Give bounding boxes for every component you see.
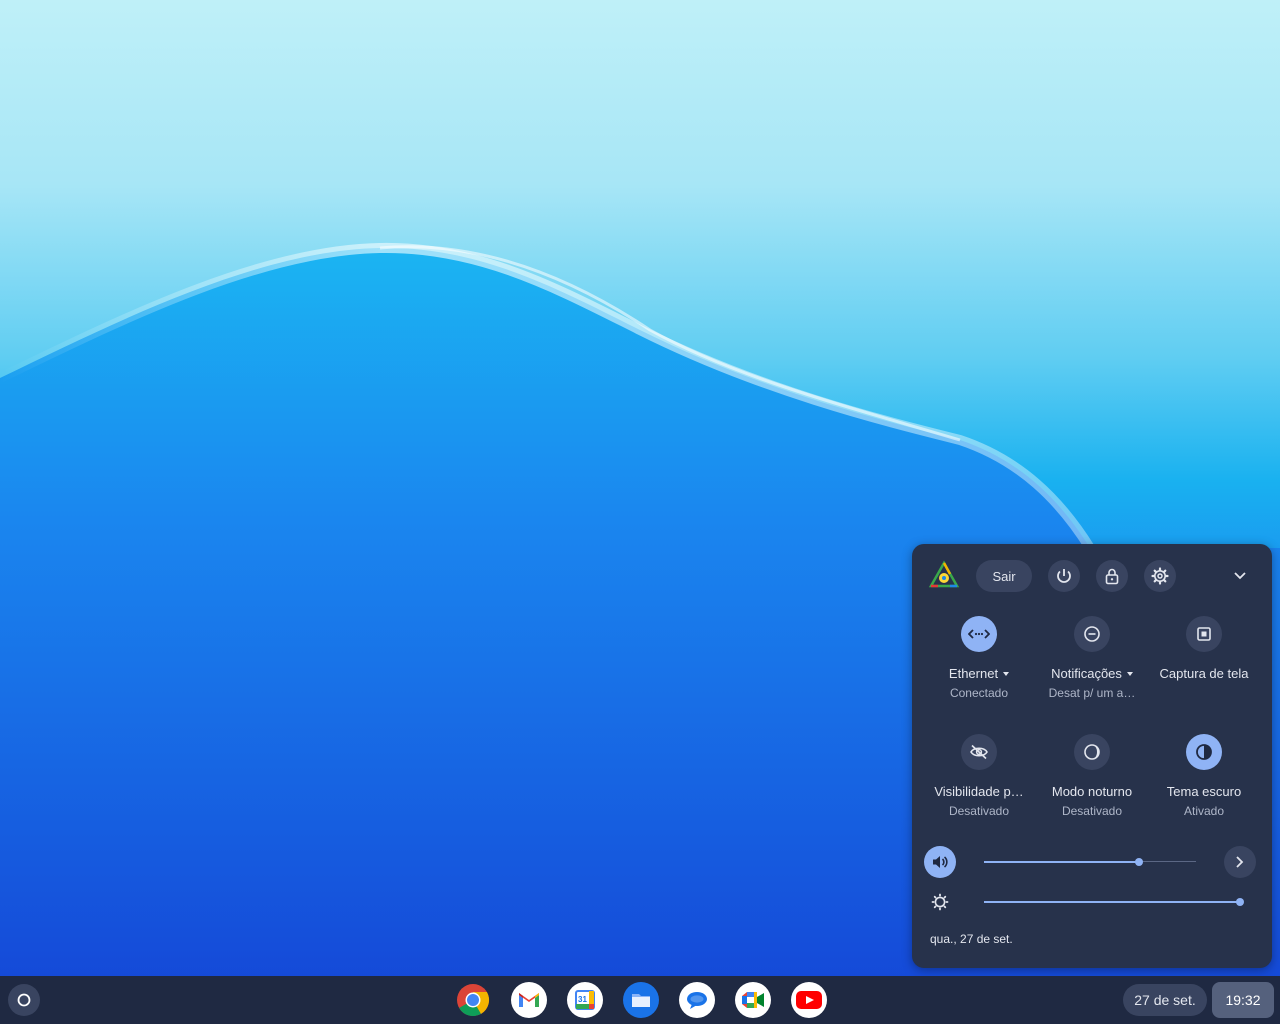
shelf-app-youtube[interactable] [791, 982, 827, 1018]
ethernet-icon [961, 616, 997, 652]
avatar-logo-icon [928, 560, 960, 588]
calendar-day-text: 31 [578, 995, 587, 1004]
brightness-slider[interactable] [984, 894, 1244, 910]
chevron-down-icon [1234, 572, 1246, 580]
settings-button[interactable] [1144, 560, 1176, 592]
quick-settings-date[interactable]: qua., 27 de set. [930, 932, 1013, 946]
lock-button[interactable] [1096, 560, 1128, 592]
shelf: 31 27 de set. 19:32 [0, 976, 1280, 1024]
power-button[interactable] [1048, 560, 1080, 592]
chevron-right-icon [1236, 856, 1244, 868]
tile-dark-theme-label: Tema escuro [1166, 784, 1242, 799]
volume-mute-button[interactable] [924, 846, 956, 878]
audio-settings-button[interactable] [1224, 846, 1256, 878]
shelf-app-chrome[interactable] [455, 982, 491, 1018]
gmail-icon [519, 993, 539, 1007]
night-light-icon [1074, 734, 1110, 770]
tile-ethernet[interactable]: Ethernet Conectado [923, 616, 1035, 700]
dark-theme-icon [1186, 734, 1222, 770]
tray-time[interactable]: 19:32 [1212, 982, 1274, 1018]
tile-visibility[interactable]: Visibilidade p… Desativado [923, 734, 1035, 818]
screen-capture-icon [1186, 616, 1222, 652]
brightness-slider-thumb[interactable] [1236, 898, 1244, 906]
launcher-icon [17, 993, 31, 1007]
tile-visibility-status: Desativado [948, 804, 1010, 818]
shelf-app-calendar[interactable]: 31 [567, 982, 603, 1018]
volume-icon [933, 856, 948, 868]
meet-icon [742, 992, 764, 1008]
tile-dark-theme[interactable]: Tema escuro Ativado [1148, 734, 1260, 818]
power-icon [1057, 569, 1071, 583]
tile-ethernet-label: Ethernet [948, 666, 999, 681]
shelf-app-messages[interactable] [679, 982, 715, 1018]
dropdown-caret-icon [1003, 671, 1010, 676]
youtube-icon [796, 991, 822, 1009]
gear-icon [1151, 567, 1169, 585]
brightness-icon-wrap [924, 886, 956, 918]
tile-screen-capture-label: Captura de tela [1159, 666, 1249, 681]
folder-icon [632, 994, 650, 1007]
tile-visibility-label: Visibilidade p… [934, 784, 1024, 799]
tile-notifications-status: Desat p/ um a… [1048, 686, 1136, 700]
tray-date[interactable]: 27 de set. [1123, 984, 1207, 1016]
sign-out-button[interactable]: Sair [976, 560, 1032, 592]
brightness-icon [931, 893, 949, 911]
do-not-disturb-icon [1074, 616, 1110, 652]
volume-slider-fill [984, 861, 1139, 863]
messages-icon [687, 992, 707, 1009]
volume-slider-track [1139, 861, 1196, 862]
visibility-off-icon [961, 734, 997, 770]
user-avatar[interactable] [928, 560, 960, 592]
tile-dark-theme-status: Ativado [1183, 804, 1225, 818]
tile-notifications-label: Notificações [1051, 666, 1122, 681]
tile-notifications[interactable]: Notificações Desat p/ um a… [1036, 616, 1148, 700]
tile-night-light-status: Desativado [1061, 804, 1123, 818]
lock-icon [1105, 568, 1119, 585]
chrome-icon [457, 984, 490, 1017]
shelf-app-gmail[interactable] [511, 982, 547, 1018]
collapse-button[interactable] [1224, 560, 1256, 592]
volume-slider-thumb[interactable] [1135, 858, 1143, 866]
tile-night-light-label: Modo noturno [1051, 784, 1133, 799]
shelf-app-files[interactable] [623, 982, 659, 1018]
tile-ethernet-status: Conectado [949, 686, 1009, 700]
volume-slider[interactable] [984, 854, 1196, 870]
shelf-app-meet[interactable] [735, 982, 771, 1018]
quick-settings-panel: Sair Ethernet Conectado Notificações Des… [912, 544, 1272, 968]
dropdown-caret-icon [1126, 671, 1133, 676]
launcher-button[interactable] [8, 984, 40, 1016]
tile-screen-capture[interactable]: Captura de tela [1148, 616, 1260, 681]
brightness-slider-fill [984, 901, 1240, 903]
tile-night-light[interactable]: Modo noturno Desativado [1036, 734, 1148, 818]
